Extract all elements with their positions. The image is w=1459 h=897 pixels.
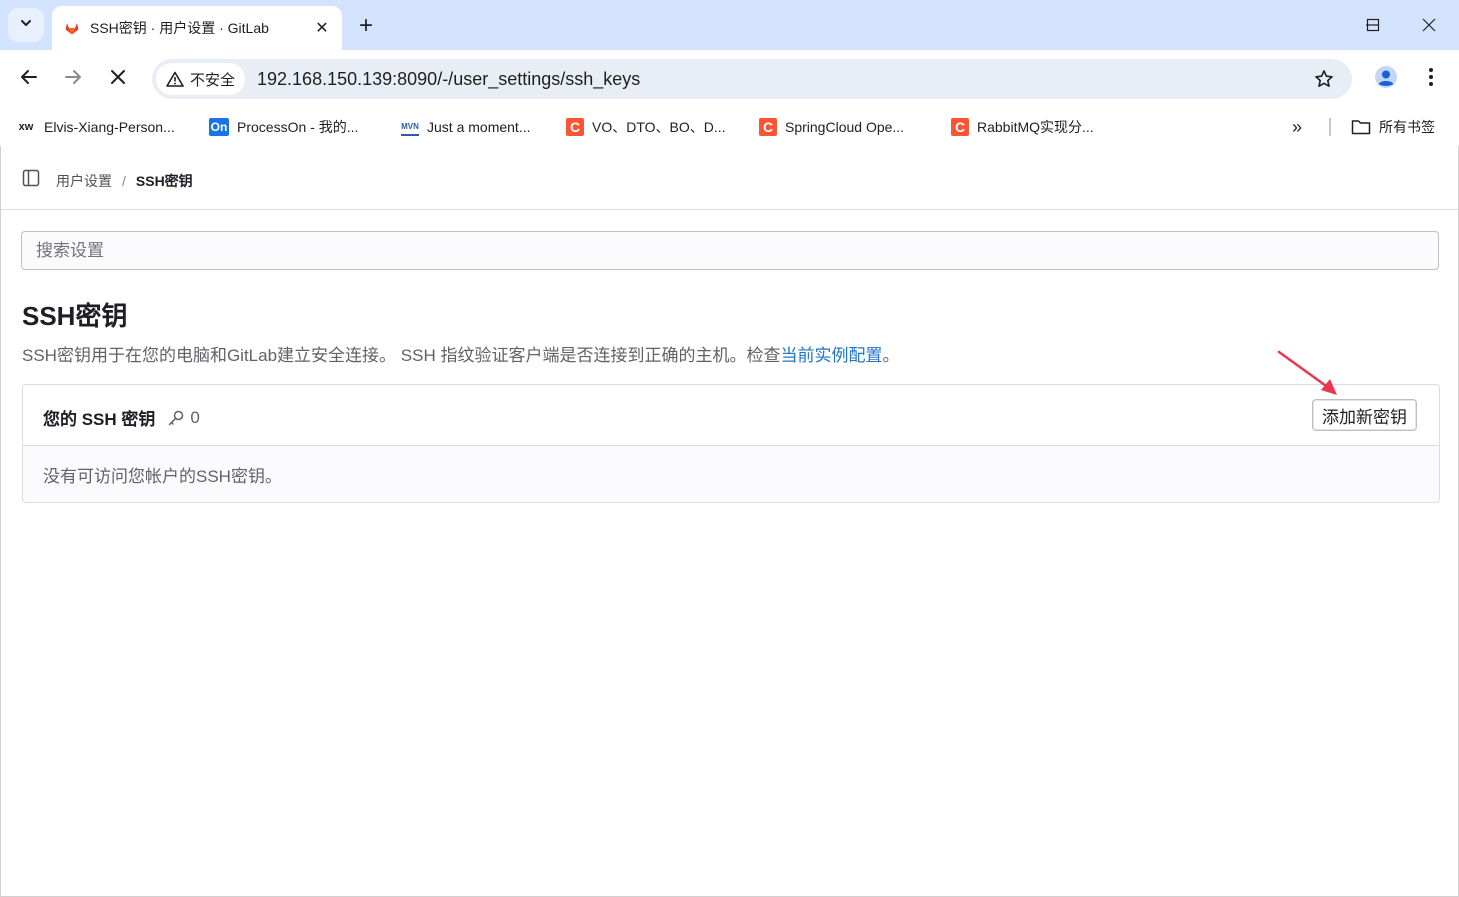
bookmark-star-icon[interactable] <box>1312 67 1336 91</box>
bookmark-item[interactable]: On ProcessOn - 我的... <box>209 115 358 139</box>
description-suffix: 。 <box>882 346 900 365</box>
arrow-left-icon <box>20 68 38 91</box>
bookmarks-divider <box>1329 118 1331 136</box>
browser-toolbar: 不安全 192.168.150.139:8090/-/user_settings… <box>0 50 1459 108</box>
sidebar-icon <box>22 169 40 192</box>
bookmark-favicon-icon: On <box>209 118 229 136</box>
breadcrumb-ssh-keys[interactable]: SSH密钥 <box>136 171 193 191</box>
description-text: SSH密钥用于在您的电脑和GitLab建立安全连接。 SSH 指纹验证客户端是否… <box>22 346 781 365</box>
bookmark-item[interactable]: C SpringCloud Ope... <box>759 115 904 139</box>
page-topbar: 用户设置 / SSH密钥 <box>1 146 1458 210</box>
page-title: SSH密钥 <box>22 301 128 331</box>
page-description: SSH密钥用于在您的电脑和GitLab建立安全连接。 SSH 指纹验证客户端是否… <box>22 341 899 366</box>
breadcrumb-user-settings[interactable]: 用户设置 <box>56 171 112 191</box>
bookmark-favicon-icon: MVN <box>401 118 419 136</box>
profile-button[interactable] <box>1369 62 1403 96</box>
all-bookmarks-button[interactable]: 所有书签 <box>1351 115 1435 139</box>
maximize-window-icon[interactable] <box>1353 8 1393 42</box>
bookmark-label: ProcessOn - 我的... <box>237 119 359 135</box>
back-button[interactable] <box>12 62 46 96</box>
arrow-right-icon <box>64 68 82 91</box>
stop-loading-button[interactable] <box>101 62 135 96</box>
bookmark-label: SpringCloud Ope... <box>785 119 905 135</box>
empty-state-message: 没有可访问您帐户的SSH密钥。 <box>43 467 282 486</box>
instance-config-link[interactable]: 当前实例配置 <box>780 346 882 365</box>
bookmark-label: Just a moment... <box>427 119 531 135</box>
breadcrumb-separator: / <box>122 173 126 189</box>
ssh-keys-card: 您的 SSH 密钥 0 添加新密钥 没有可访问您帐户的SSH密钥。 <box>22 384 1440 503</box>
bookmark-item[interactable]: xw Elvis-Xiang-Person... <box>16 115 175 139</box>
new-tab-button[interactable]: + <box>352 12 380 40</box>
all-bookmarks-label: 所有书签 <box>1379 119 1435 135</box>
forward-button[interactable] <box>56 62 90 96</box>
gitlab-logo-icon <box>64 20 80 36</box>
tab-search-button[interactable] <box>8 8 44 42</box>
tab-close-icon[interactable]: ✕ <box>312 18 332 38</box>
bookmark-item[interactable]: C VO、DTO、BO、D... <box>566 115 726 139</box>
bookmark-label: VO、DTO、BO、D... <box>592 119 726 135</box>
security-label: 不安全 <box>190 71 236 89</box>
browser-tab-active[interactable]: SSH密钥 · 用户设置 · GitLab ✕ <box>52 6 342 50</box>
browser-tabstrip: SSH密钥 · 用户设置 · GitLab ✕ + <box>0 0 1459 50</box>
security-indicator[interactable]: 不安全 <box>156 63 246 95</box>
bookmark-item[interactable]: MVN Just a moment... <box>401 115 530 139</box>
breadcrumb: 用户设置 / SSH密钥 <box>56 171 193 191</box>
ssh-keys-card-header: 您的 SSH 密钥 0 添加新密钥 <box>23 385 1439 446</box>
bookmark-favicon-icon: C <box>566 118 584 136</box>
search-settings-input[interactable] <box>21 231 1439 270</box>
close-window-icon[interactable] <box>1409 8 1449 42</box>
url-text[interactable]: 192.168.150.139:8090/-/user_settings/ssh… <box>257 69 640 90</box>
chevron-down-icon <box>19 16 33 35</box>
bookmark-favicon-icon: xw <box>18 121 34 133</box>
bookmarks-overflow-button[interactable]: » <box>1292 115 1302 139</box>
gitlab-page: 用户设置 / SSH密钥 SSH密钥 SSH密钥用于在您的电脑和GitLab建立… <box>0 146 1459 897</box>
bookmark-item[interactable]: C RabbitMQ实现分... <box>951 115 1094 139</box>
key-count-value: 0 <box>190 407 200 427</box>
tab-title: SSH密钥 · 用户设置 · GitLab <box>90 20 269 36</box>
bookmark-favicon-icon: C <box>951 118 969 136</box>
more-vertical-icon <box>1428 67 1434 92</box>
bookmark-label: RabbitMQ实现分... <box>977 119 1094 135</box>
card-title-text: 您的 SSH 密钥 <box>43 410 156 429</box>
bookmarks-bar: xw Elvis-Xiang-Person... On ProcessOn - … <box>0 108 1459 146</box>
add-new-key-button[interactable]: 添加新密钥 <box>1312 399 1417 431</box>
close-icon <box>110 69 126 90</box>
browser-menu-button[interactable] <box>1414 62 1448 96</box>
bookmark-label: Elvis-Xiang-Person... <box>44 119 175 135</box>
folder-icon <box>1351 119 1371 135</box>
avatar-icon <box>1374 65 1398 94</box>
key-icon <box>167 409 190 427</box>
address-bar[interactable]: 不安全 192.168.150.139:8090/-/user_settings… <box>152 59 1352 99</box>
warning-triangle-icon <box>166 71 184 87</box>
ssh-keys-card-title: 您的 SSH 密钥 0 <box>43 405 200 430</box>
bookmark-favicon-icon: C <box>759 118 777 136</box>
key-count-badge: 0 <box>167 407 200 428</box>
sidebar-toggle-button[interactable] <box>21 169 41 192</box>
